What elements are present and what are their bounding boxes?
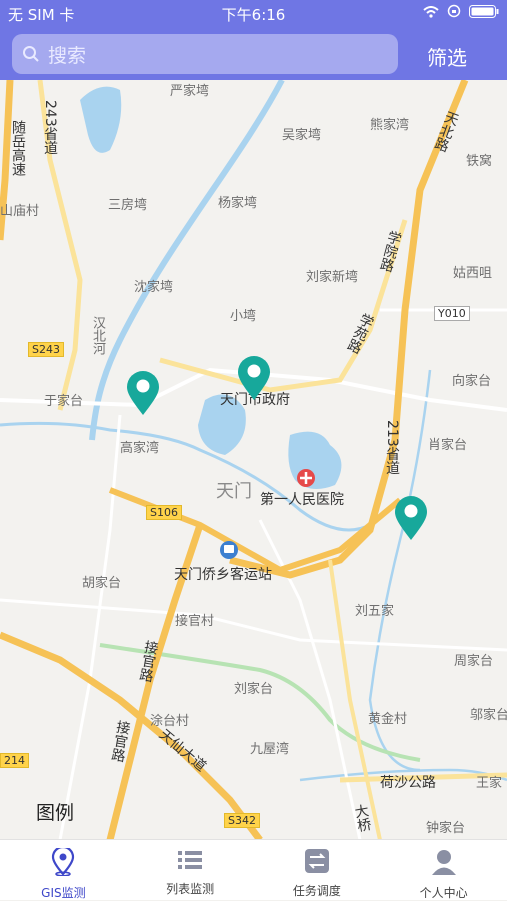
tab-gis[interactable]: GIS监测 (0, 840, 127, 900)
header-bar: 搜索 筛选 (0, 28, 507, 80)
map-label: 天门 (216, 481, 252, 502)
road-badge: S243 (28, 342, 64, 357)
road-badge: 214 (0, 753, 29, 768)
tab-bar: GIS监测 列表监测 任务调度 个人中心 (0, 839, 507, 900)
map-label: 周家台 (454, 654, 494, 669)
tab-label: GIS监测 (41, 886, 86, 900)
battery-icon (469, 4, 499, 22)
tab-profile[interactable]: 个人中心 (380, 840, 507, 900)
tab-list[interactable]: 列表监测 (127, 840, 254, 900)
map-label: 钟家台 (426, 821, 466, 836)
map-label: 黄金村 (368, 712, 408, 727)
map-label: 三房塆 (108, 198, 148, 213)
map-label: 邬家台 (470, 708, 507, 723)
map-label: 刘五家 (355, 604, 395, 619)
search-input[interactable]: 搜索 (12, 34, 398, 74)
map-label: 熊家湾 (370, 118, 410, 133)
map-label: 杨家塆 (218, 196, 258, 211)
tab-label: 列表监测 (166, 882, 215, 896)
map-label: 接官村 (175, 614, 215, 629)
road-label: 随岳高速 (10, 120, 26, 176)
location-pin-icon (51, 845, 75, 880)
tab-label: 任务调度 (292, 884, 341, 898)
swap-icon (304, 848, 330, 878)
tab-dispatch[interactable]: 任务调度 (254, 840, 381, 900)
map-view[interactable]: 严家塆 吴家塆 熊家湾 铁窝 三房塆 杨家塆 山庙村 刘家新塆 姑西咀 沈家塆 … (0, 80, 507, 840)
map-label: 山庙村 (0, 204, 40, 219)
map-label: 刘家台 (234, 682, 274, 697)
map-label: 吴家塆 (282, 128, 322, 143)
map-label: 小塆 (230, 309, 257, 324)
filter-button[interactable]: 筛选 (427, 42, 467, 71)
search-icon (22, 45, 40, 63)
status-bar: 无 SIM 卡 下午6:16 (0, 0, 507, 28)
map-label: 荷沙公路 (380, 775, 436, 791)
map-label: 九屋湾 (250, 742, 290, 757)
map-label: 于家台 (44, 394, 84, 409)
map-label: 汉北河 (90, 316, 105, 355)
map-label: 肖家台 (428, 438, 468, 453)
map-label: 王家 (476, 776, 503, 791)
road-badge: Y010 (434, 306, 470, 321)
road-label: 213省道 (384, 420, 400, 475)
station-marker-pin[interactable] (236, 355, 272, 401)
map-label: 严家塆 (170, 84, 210, 99)
road-badge: S106 (146, 505, 182, 520)
map-label: 向家台 (452, 374, 492, 389)
station-marker-pin[interactable] (125, 370, 161, 416)
map-label: 天门侨乡客运站 (174, 567, 272, 583)
user-icon (431, 848, 457, 880)
map-label: 铁窝 (466, 154, 493, 169)
road-label: 243省道 (42, 100, 58, 155)
station-marker-pin[interactable] (393, 495, 429, 541)
tab-label: 个人中心 (419, 886, 468, 900)
list-icon (176, 848, 204, 876)
legend-button[interactable]: 图例 (36, 798, 74, 825)
map-label: 高家湾 (120, 441, 160, 456)
map-label: 沈家塆 (134, 280, 174, 295)
map-label: 姑西咀 (453, 266, 493, 281)
wifi-icon (423, 4, 439, 22)
map-label: 胡家台 (82, 576, 122, 591)
rotation-lock-icon (447, 4, 461, 22)
search-placeholder: 搜索 (48, 44, 87, 67)
map-label: 第一人民医院 (260, 492, 344, 508)
road-badge: S342 (224, 813, 260, 828)
map-label: 刘家新塆 (306, 270, 359, 285)
